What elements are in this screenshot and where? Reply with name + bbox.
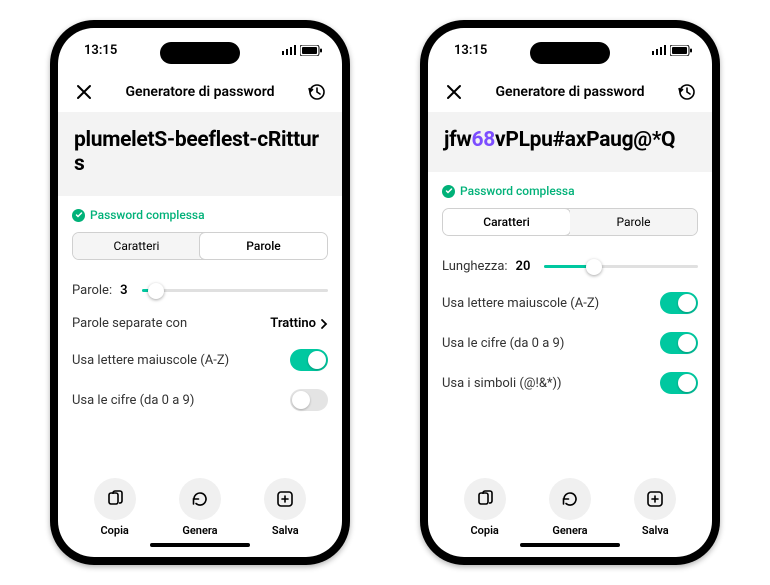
nav-bar: Generatore di password (58, 72, 342, 112)
save-label: Salva (272, 524, 299, 537)
password-display: plumeletS-beeflest-cRitturs (58, 112, 342, 196)
save-button[interactable]: Salva (264, 478, 306, 537)
uppercase-label: Usa lettere maiuscole (A-Z) (442, 296, 599, 311)
dynamic-island (530, 42, 610, 64)
uppercase-toggle[interactable] (290, 349, 328, 371)
length-label: Lunghezza: (442, 259, 508, 274)
segment-characters[interactable]: Caratteri (442, 208, 571, 236)
plus-square-icon (646, 490, 664, 508)
segment-characters[interactable]: Caratteri (73, 233, 200, 259)
strength-indicator: Password complessa (72, 208, 328, 222)
check-circle-icon (442, 185, 455, 198)
nav-title: Generatore di password (126, 84, 275, 100)
digits-label: Usa le cifre (da 0 a 9) (72, 393, 194, 408)
slider-thumb[interactable] (148, 283, 164, 299)
signal-icon (282, 45, 297, 55)
home-indicator[interactable] (520, 543, 620, 547)
close-button[interactable] (442, 80, 466, 104)
generated-password[interactable]: jfw68vPLpu#axPaug@*Q (444, 128, 696, 152)
save-button[interactable]: Salva (634, 478, 676, 537)
home-indicator[interactable] (150, 543, 250, 547)
chevron-right-icon (320, 318, 328, 330)
refresh-icon (191, 490, 209, 508)
separator-label: Parole separate con (72, 316, 187, 331)
battery-icon (300, 45, 322, 56)
phone-frame-right: 13:15 Generatore di password jfw68vPLpu#… (420, 20, 720, 565)
row-digits: Usa le cifre (da 0 a 9) (442, 323, 698, 363)
history-button[interactable] (304, 80, 328, 104)
password-display: jfw68vPLpu#axPaug@*Q (428, 112, 712, 172)
strength-indicator: Password complessa (442, 184, 698, 198)
word-count-value: 3 (120, 283, 127, 298)
bottom-actions: Copia Genera Salva (428, 470, 712, 557)
history-icon (307, 83, 325, 101)
dynamic-island (160, 42, 240, 64)
close-icon (76, 84, 92, 100)
status-time: 13:15 (454, 43, 487, 58)
uppercase-label: Usa lettere maiuscole (A-Z) (72, 353, 229, 368)
mode-segmented-control[interactable]: Caratteri Parole (72, 232, 328, 260)
nav-bar: Generatore di password (428, 72, 712, 112)
word-count-label: Parole: (72, 283, 112, 298)
row-word-count: Parole: 3 (72, 274, 328, 307)
save-label: Salva (642, 524, 669, 537)
slider-thumb[interactable] (586, 259, 602, 275)
status-right (282, 45, 322, 56)
row-digits: Usa le cifre (da 0 a 9) (72, 380, 328, 420)
status-time: 13:15 (84, 43, 117, 58)
length-slider[interactable] (544, 265, 698, 268)
copy-icon (106, 490, 124, 508)
plus-square-icon (276, 490, 294, 508)
symbols-label: Usa i simboli (@!&*)) (442, 376, 562, 391)
digits-toggle[interactable] (660, 332, 698, 354)
length-value: 20 (516, 259, 531, 274)
history-button[interactable] (674, 80, 698, 104)
segment-words[interactable]: Parole (199, 232, 328, 260)
history-icon (677, 83, 695, 101)
mode-segmented-control[interactable]: Caratteri Parole (442, 208, 698, 236)
generate-label: Genera (552, 524, 587, 537)
segment-words[interactable]: Parole (570, 209, 697, 235)
copy-label: Copia (100, 524, 128, 537)
generate-label: Genera (182, 524, 217, 537)
symbols-toggle[interactable] (660, 372, 698, 394)
generated-password[interactable]: plumeletS-beeflest-cRitturs (74, 128, 326, 176)
row-separator[interactable]: Parole separate con Trattino (72, 307, 328, 340)
strength-label: Password complessa (460, 184, 575, 198)
battery-icon (670, 45, 692, 56)
signal-icon (652, 45, 667, 55)
strength-label: Password complessa (90, 208, 205, 222)
uppercase-toggle[interactable] (660, 292, 698, 314)
generate-button[interactable]: Genera (179, 478, 221, 537)
check-circle-icon (72, 209, 85, 222)
copy-label: Copia (470, 524, 498, 537)
row-length: Lunghezza: 20 (442, 250, 698, 283)
screen: 13:15 Generatore di password plumeletS-b… (58, 28, 342, 557)
copy-button[interactable]: Copia (94, 478, 136, 537)
separator-value[interactable]: Trattino (270, 316, 328, 331)
digits-label: Usa le cifre (da 0 a 9) (442, 336, 564, 351)
phone-frame-left: 13:15 Generatore di password plumeletS-b… (50, 20, 350, 565)
close-icon (446, 84, 462, 100)
word-count-slider[interactable] (142, 289, 328, 292)
screen: 13:15 Generatore di password jfw68vPLpu#… (428, 28, 712, 557)
digits-toggle[interactable] (290, 389, 328, 411)
copy-button[interactable]: Copia (464, 478, 506, 537)
status-right (652, 45, 692, 56)
bottom-actions: Copia Genera Salva (58, 470, 342, 557)
nav-title: Generatore di password (496, 84, 645, 100)
refresh-icon (561, 490, 579, 508)
row-uppercase: Usa lettere maiuscole (A-Z) (72, 340, 328, 380)
options-panel: Password complessa Caratteri Parole Paro… (58, 196, 342, 470)
copy-icon (476, 490, 494, 508)
generate-button[interactable]: Genera (549, 478, 591, 537)
options-panel: Password complessa Caratteri Parole Lung… (428, 172, 712, 470)
row-symbols: Usa i simboli (@!&*)) (442, 363, 698, 403)
row-uppercase: Usa lettere maiuscole (A-Z) (442, 283, 698, 323)
close-button[interactable] (72, 80, 96, 104)
